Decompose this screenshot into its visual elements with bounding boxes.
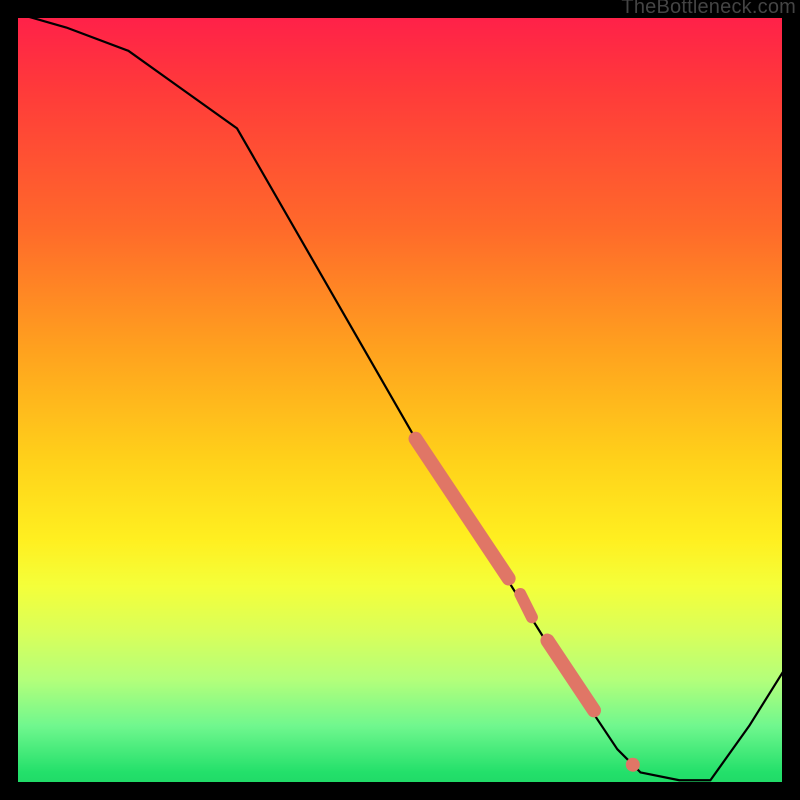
chart-frame: TheBottleneck.com: [0, 0, 800, 800]
plot-background-gradient: [12, 12, 788, 788]
watermark-text: TheBottleneck.com: [621, 0, 796, 19]
